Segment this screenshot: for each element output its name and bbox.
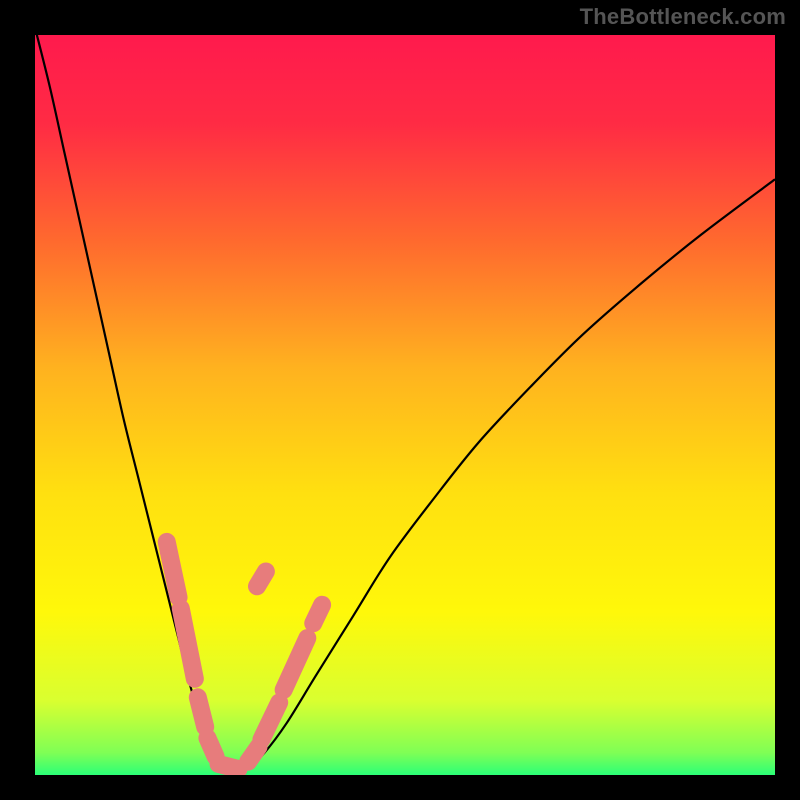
marker-pill — [207, 738, 215, 757]
marker-pill — [248, 747, 258, 762]
marker-pill — [313, 605, 322, 624]
marker-pill — [219, 764, 239, 769]
plot-svg — [35, 35, 775, 775]
watermark-text: TheBottleneck.com — [580, 4, 786, 30]
chart-container: TheBottleneck.com — [0, 0, 800, 800]
gradient-background — [35, 35, 775, 775]
plot-area — [35, 35, 775, 775]
marker-pill — [257, 572, 266, 587]
marker-pill — [167, 542, 179, 598]
marker-pill — [198, 697, 205, 727]
